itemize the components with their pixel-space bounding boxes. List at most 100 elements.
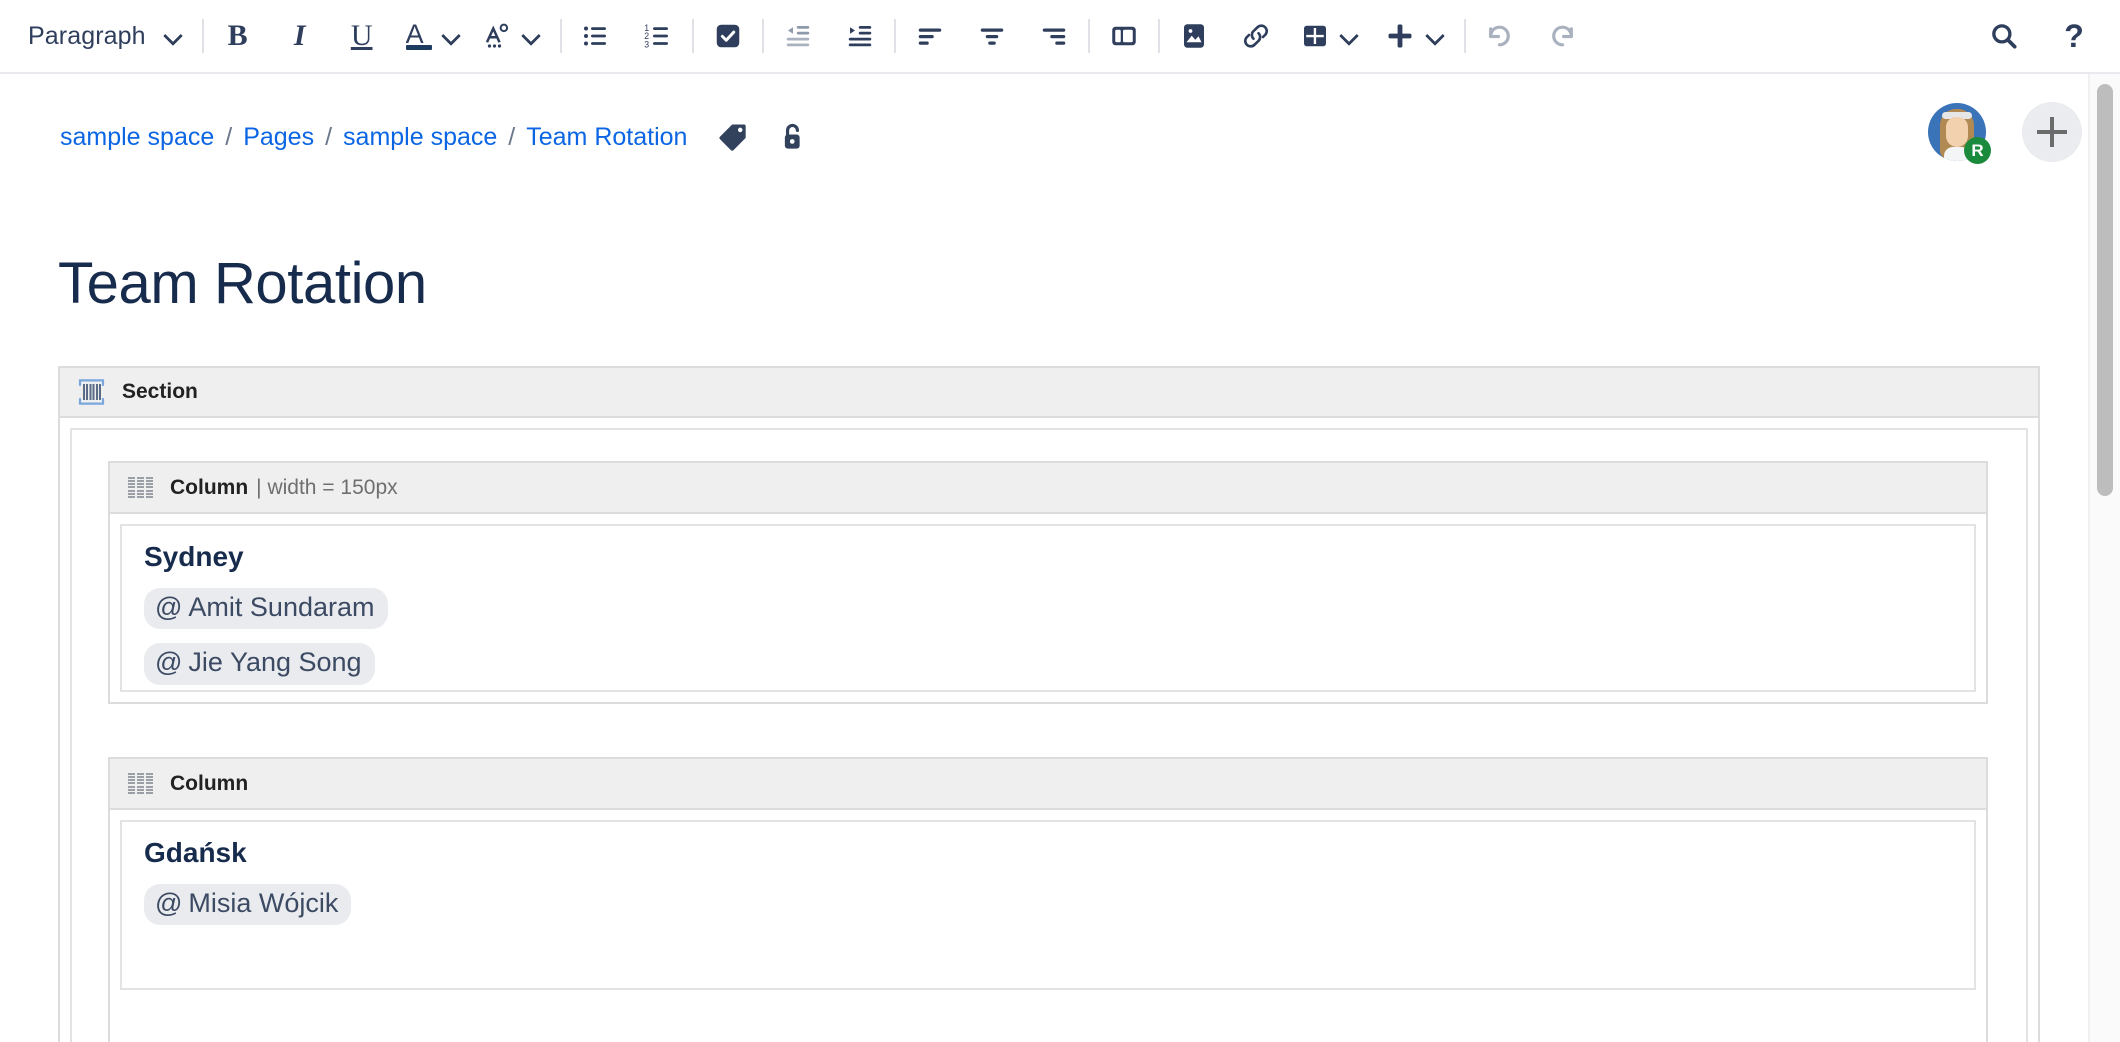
search-button[interactable]: [1982, 14, 2026, 58]
align-left-button[interactable]: [908, 14, 952, 58]
image-icon: [1179, 21, 1209, 51]
outdent-button[interactable]: [776, 14, 820, 58]
indent-icon: [845, 21, 875, 51]
avatar-status-badge: R: [1964, 137, 1991, 164]
section-macro-icon: [78, 379, 105, 405]
page-layout-button[interactable]: [1102, 14, 1146, 58]
underline-button[interactable]: U: [340, 14, 384, 58]
mention-name: Misia Wójcik: [188, 887, 338, 921]
indent-button[interactable]: [838, 14, 882, 58]
add-collaborator-button[interactable]: [2022, 102, 2082, 162]
italic-icon: I: [294, 19, 306, 53]
help-icon: ?: [2064, 20, 2084, 52]
link-button[interactable]: [1234, 14, 1278, 58]
column-macro[interactable]: Column Gdańsk @ Misia Wójcik: [108, 757, 1988, 1042]
mention-row: @ Jie Yang Song: [144, 643, 1974, 699]
plus-icon: [1384, 20, 1416, 52]
column-macro[interactable]: Column | width = 150px Sydney @ Amit Sun…: [108, 461, 1988, 704]
numbered-list-button[interactable]: 1 2 3: [636, 14, 680, 58]
avatar-face: [1946, 117, 1968, 147]
chevron-down-icon: [442, 26, 462, 46]
image-button[interactable]: [1172, 14, 1216, 58]
column-macro-header[interactable]: Column: [110, 759, 1986, 810]
column-macro-body[interactable]: Gdańsk @ Misia Wójcik: [120, 820, 1976, 990]
scrollbar-thumb[interactable]: [2097, 84, 2113, 496]
breadcrumb-item-page[interactable]: Team Rotation: [526, 123, 687, 152]
help-button[interactable]: ?: [2052, 14, 2096, 58]
table-icon: [1300, 21, 1330, 51]
toolbar-divider: [1088, 19, 1090, 53]
underline-icon: U: [351, 19, 373, 53]
mention-chip[interactable]: @ Amit Sundaram: [144, 588, 388, 630]
search-icon: [1988, 20, 2020, 52]
align-center-icon: [977, 21, 1007, 51]
mention-row: @ Misia Wójcik: [144, 884, 1974, 940]
section-macro-body: Column | width = 150px Sydney @ Amit Sun…: [70, 428, 2028, 1042]
page-header-actions: R: [1928, 102, 2082, 162]
section-macro-title: Section: [122, 380, 198, 404]
column-macro-title: Column: [170, 476, 248, 500]
mention-at-symbol: @: [155, 887, 182, 921]
toolbar-divider: [894, 19, 896, 53]
section-macro-header[interactable]: Section: [60, 368, 2038, 418]
avatar[interactable]: R: [1928, 103, 1986, 161]
bold-button[interactable]: B: [216, 14, 260, 58]
column-macro-icon: [128, 477, 153, 499]
align-right-button[interactable]: [1032, 14, 1076, 58]
toolbar-divider: [1158, 19, 1160, 53]
toolbar-divider: [762, 19, 764, 53]
column-macro-body[interactable]: Sydney @ Amit Sundaram @ Jie Yan: [120, 524, 1976, 692]
svg-text:3: 3: [644, 39, 649, 49]
breadcrumb: sample space / Pages / sample space / Te…: [60, 118, 807, 156]
bullet-list-button[interactable]: [574, 14, 618, 58]
task-list-button[interactable]: [706, 14, 750, 58]
page-layout-icon: [1109, 21, 1139, 51]
plus-icon: [2037, 117, 2067, 147]
toolbar-divider: [202, 19, 204, 53]
column-macro-header[interactable]: Column | width = 150px: [110, 463, 1986, 514]
insert-button[interactable]: [1380, 14, 1452, 58]
redo-button[interactable]: [1540, 14, 1584, 58]
breadcrumb-item-space-2[interactable]: sample space: [343, 123, 497, 152]
bold-icon: B: [228, 19, 248, 53]
mention-chip[interactable]: @ Jie Yang Song: [144, 643, 375, 685]
city-heading: Sydney: [144, 540, 1974, 574]
paragraph-style-label: Paragraph: [22, 22, 154, 51]
align-left-icon: [915, 21, 945, 51]
task-list-icon: [713, 21, 743, 51]
align-center-button[interactable]: [970, 14, 1014, 58]
chevron-down-icon: [522, 26, 542, 46]
chevron-down-icon: [164, 26, 184, 46]
toolbar-divider: [560, 19, 562, 53]
mention-row: @ Amit Sundaram: [144, 588, 1974, 644]
column-macro-icon: [128, 773, 153, 795]
vertical-scrollbar[interactable]: [2088, 74, 2120, 1042]
text-highlight-button[interactable]: [478, 14, 548, 58]
outdent-icon: [783, 21, 813, 51]
mention-name: Amit Sundaram: [188, 591, 374, 625]
mention-chip[interactable]: @ Misia Wójcik: [144, 884, 351, 926]
toolbar-divider: [1464, 19, 1466, 53]
section-macro[interactable]: Section Column | width = 150px: [58, 366, 2040, 1042]
bullet-list-icon: [581, 21, 611, 51]
text-color-button[interactable]: A: [402, 14, 468, 58]
page-scroll-area: sample space / Pages / sample space / Te…: [0, 74, 2120, 1042]
column-macro-title: Column: [170, 772, 248, 796]
tag-icon[interactable]: [717, 121, 749, 153]
mention-at-symbol: @: [155, 591, 182, 625]
table-button[interactable]: [1296, 14, 1366, 58]
page-title[interactable]: Team Rotation: [58, 252, 427, 316]
highlight-icon: [482, 21, 512, 51]
italic-button[interactable]: I: [278, 14, 322, 58]
align-right-icon: [1039, 21, 1069, 51]
unlock-icon[interactable]: [777, 121, 807, 153]
numbered-list-icon: 1 2 3: [643, 21, 673, 51]
paragraph-style-select[interactable]: Paragraph: [18, 14, 190, 58]
breadcrumb-separator: /: [225, 123, 232, 152]
breadcrumb-separator: /: [325, 123, 332, 152]
breadcrumb-item-space[interactable]: sample space: [60, 123, 214, 152]
editor-window: Paragraph B I U A: [0, 0, 2120, 1042]
mention-at-symbol: @: [155, 646, 182, 680]
undo-button[interactable]: [1478, 14, 1522, 58]
breadcrumb-item-pages[interactable]: Pages: [243, 123, 314, 152]
